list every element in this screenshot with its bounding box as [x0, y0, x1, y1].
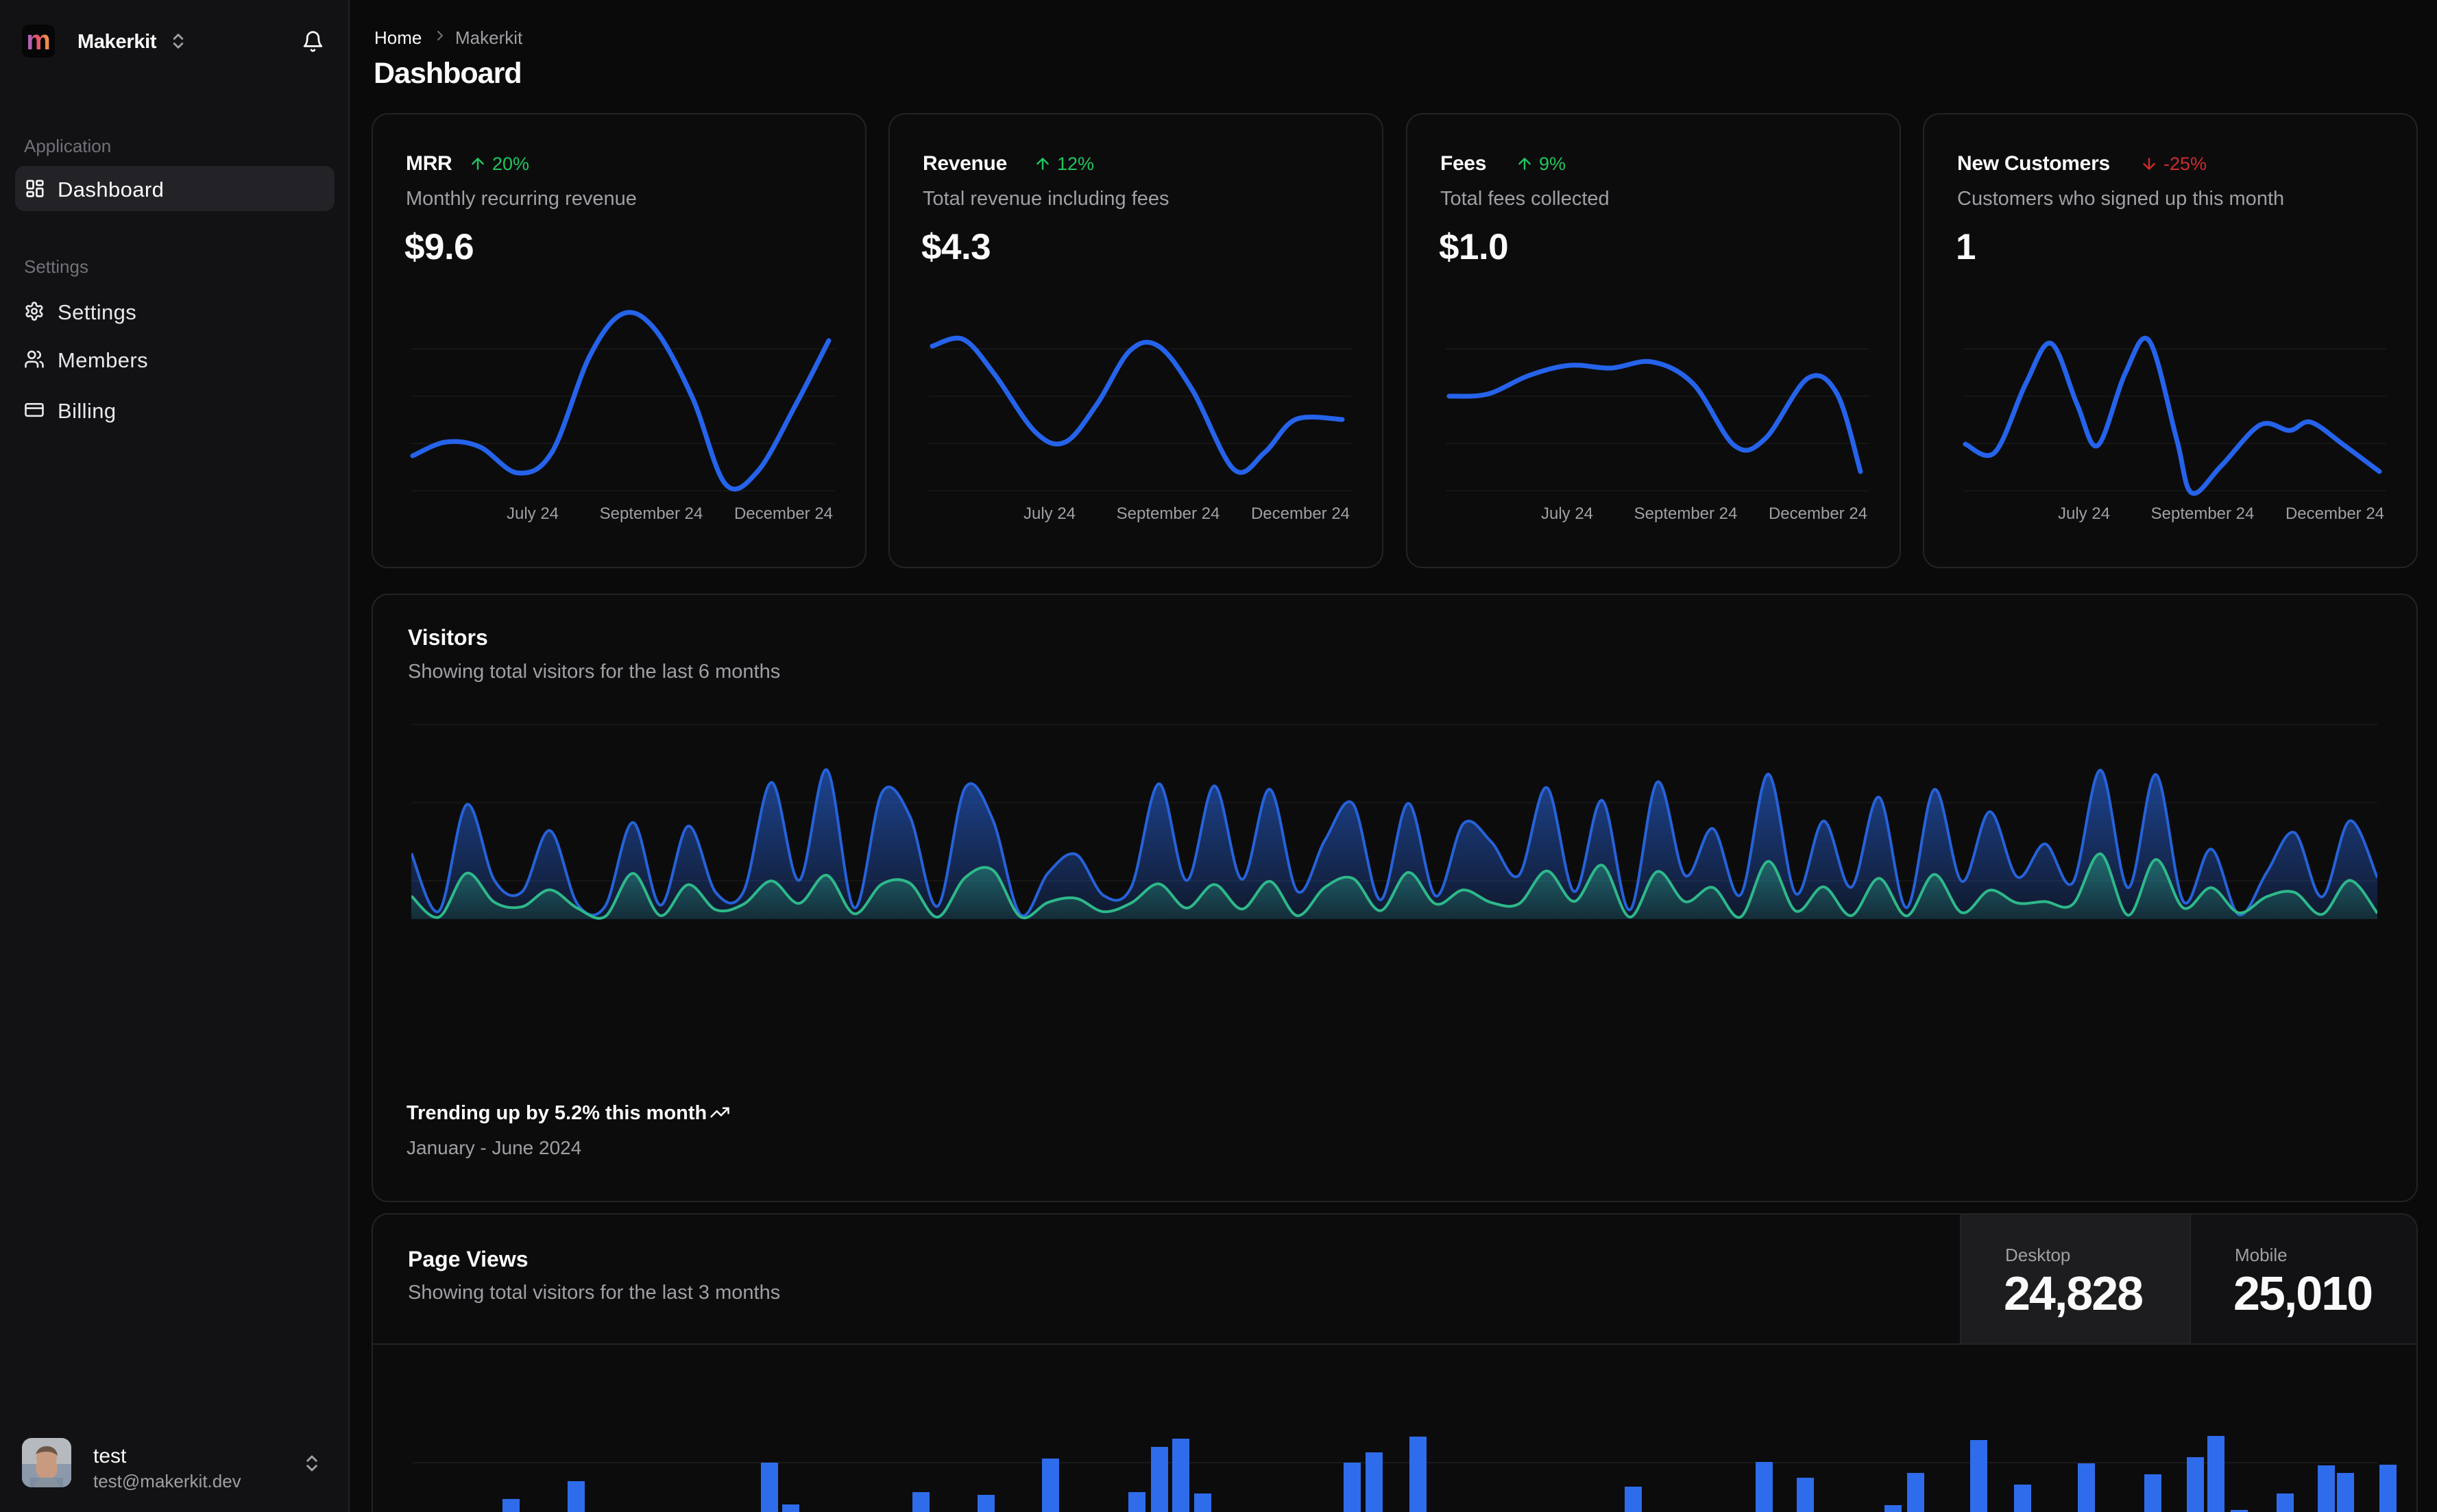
svg-text:m: m	[26, 25, 51, 56]
